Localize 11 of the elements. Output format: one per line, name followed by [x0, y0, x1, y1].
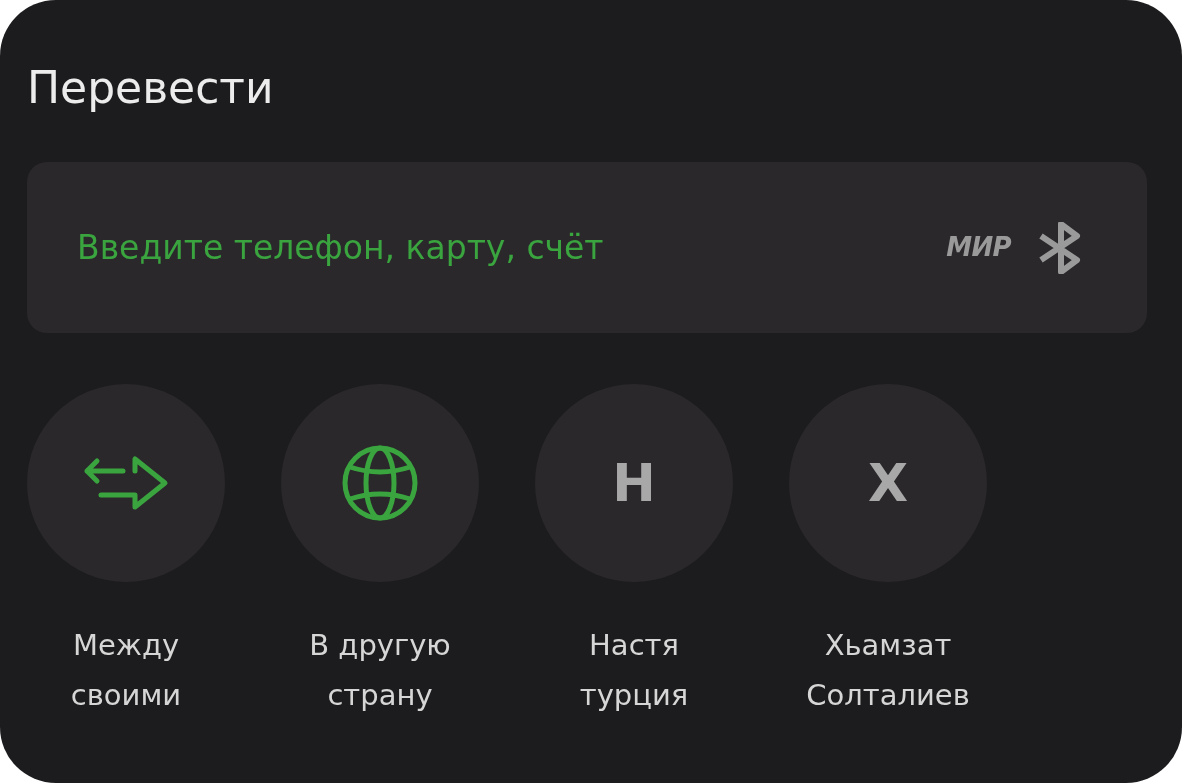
- contact-avatar[interactable]: Х: [789, 384, 987, 582]
- shortcut-label: В другую страну: [309, 627, 451, 714]
- shortcut-label: Настя турция: [579, 627, 689, 714]
- mir-logo: МИР: [946, 231, 1011, 264]
- contact-avatar[interactable]: Н: [535, 384, 733, 582]
- shortcut-label: Хьамзат Солталиев: [806, 627, 970, 714]
- search-field[interactable]: Введите телефон, карту, счёт МИР: [27, 162, 1147, 333]
- placeholder-text: Введите телефон, карту, счёт: [77, 226, 604, 269]
- globe-icon: [340, 443, 420, 523]
- section-title: Перевести: [27, 61, 274, 115]
- shortcut-label: Между своими: [70, 627, 182, 714]
